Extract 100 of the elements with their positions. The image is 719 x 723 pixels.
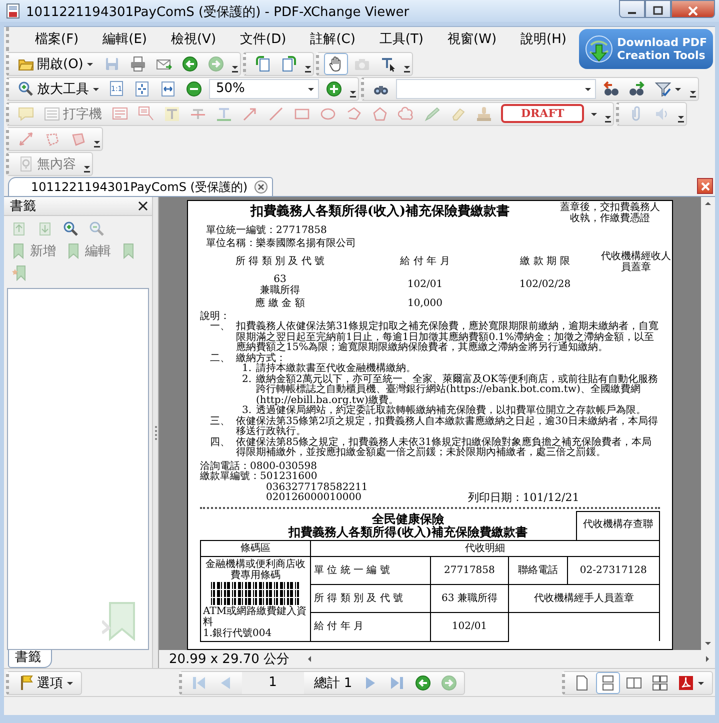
speech-bubble-icon <box>18 106 34 122</box>
zoom-tool-button[interactable]: 放大工具 <box>14 78 104 100</box>
menu-item[interactable]: 註解(C) <box>298 30 368 48</box>
panel-tab[interactable]: 書籤 <box>8 650 52 668</box>
toolbar-options-icon <box>689 88 697 98</box>
shaded-polygon-icon <box>70 130 86 146</box>
skip-first-icon <box>190 674 207 690</box>
toolbar-options-icon <box>403 64 412 74</box>
caret-icon <box>584 86 592 92</box>
funnel-icon <box>655 80 671 96</box>
table-cell: 102/01 <box>430 612 509 641</box>
pdf-icon <box>678 674 694 690</box>
maximize-button[interactable] <box>645 0 671 18</box>
table-cell: 單 位 統 一 編 號 <box>310 556 430 584</box>
list-number: 2. <box>242 374 253 386</box>
fit-page-icon <box>134 80 150 96</box>
toolbar-options-icon <box>677 114 686 124</box>
arrow-icon <box>242 106 258 122</box>
grip-icon <box>154 424 158 440</box>
atm-info: 1.銀行代號004 <box>203 628 272 638</box>
toolbar-options-icon <box>304 64 312 74</box>
income-type: 兼職所得 <box>259 286 301 296</box>
text-lines-icon <box>44 106 60 122</box>
magnifier-plus-icon <box>63 221 79 237</box>
document-tab[interactable]: 1011221194301PayComS (受保護的) <box>8 177 273 196</box>
contact-line: 020126000010000 <box>265 493 362 504</box>
polygon-arrows-icon <box>44 130 60 146</box>
rotate-right-icon <box>281 56 298 72</box>
close-button[interactable] <box>671 0 715 18</box>
plus-icon <box>326 80 342 96</box>
close-icon <box>138 201 148 211</box>
close-icon <box>687 6 699 16</box>
toolbar-options-icon <box>349 88 357 98</box>
menu-item[interactable]: 檔案(F) <box>23 30 91 48</box>
line-icon <box>268 106 284 122</box>
page-number-field[interactable]: 1 <box>242 672 304 694</box>
menu-item[interactable]: 編輯(E) <box>90 30 159 48</box>
two-pages-icon <box>626 674 642 690</box>
zoom-field[interactable]: 50% <box>209 78 319 98</box>
hand-tool-button[interactable] <box>324 52 348 74</box>
menu-item[interactable]: 工具(T) <box>367 30 436 48</box>
ruler-arrow-icon <box>18 130 34 146</box>
column-header: 繳 款 期 限 <box>519 257 571 268</box>
ellipse-icon <box>320 106 336 122</box>
table-cell: 代收明細 <box>310 540 660 556</box>
menu-item[interactable]: 視窗(W) <box>436 30 509 48</box>
eraser-icon <box>450 106 466 122</box>
continuous-pages-button[interactable] <box>596 672 620 694</box>
form-title: 全民健康保險 <box>372 513 444 526</box>
download-banner[interactable]: Download PDF Creation Tools <box>579 29 713 69</box>
splitter[interactable] <box>152 197 159 668</box>
scroll-right-icon <box>705 655 711 663</box>
toolbar-options-icon <box>93 138 101 148</box>
callout-icon <box>138 106 154 122</box>
close-document-button[interactable] <box>697 178 713 194</box>
menu-item[interactable]: 說明(H) <box>508 30 578 48</box>
contact-line: 繳款單編號：501231600 <box>200 472 318 482</box>
note-text: 請持本繳款書至代收金融機構繳納。 <box>256 364 417 374</box>
options-button[interactable]: 選項 <box>14 672 78 694</box>
minus-icon <box>186 80 202 96</box>
contact-line: 洽詢電話：0800-030598 <box>200 462 318 472</box>
menu-item[interactable]: 檢視(V) <box>158 30 228 48</box>
rotate-left-icon <box>255 56 272 72</box>
globe-download-icon <box>585 35 614 63</box>
payment-month: 102/01 <box>406 280 444 291</box>
search-field[interactable] <box>396 78 596 98</box>
open-button[interactable]: 開啟(O) <box>14 52 98 74</box>
table-cell: 代收機構經手人員蓋章 <box>508 584 660 613</box>
pentagon-icon <box>372 106 388 122</box>
menu-item[interactable]: 文件(D) <box>228 30 298 48</box>
note-text: 扣費義務人依健保法第31條規定扣取之補充保險費，應於寬限期限前繳納，逾期未繳納者，自寬限期滿之翌日起至完納前1日止，每逾1日加徵其應納費額0.1%滯納金；加徵之滯納金額，以至應納費額之15%為限；逾寬限期限繳納保險費者，其應繳之滯納金將另行通知繳納。 <box>236 322 660 353</box>
four-pages-icon <box>652 674 668 690</box>
list-number: 二、 <box>210 354 231 364</box>
list-number: 3. <box>242 406 253 416</box>
vertical-scrollbar[interactable] <box>701 197 715 650</box>
contact-line: 0363277178582211 <box>265 482 368 492</box>
amount-label: 應 繳 金 額 <box>254 299 306 310</box>
stamp-box-label: 代收機構存查聯 <box>583 520 653 531</box>
scroll-up-icon <box>704 200 712 206</box>
app-logo-icon <box>6 3 22 19</box>
panel-title: 書籤 <box>10 198 36 215</box>
list-number: 一、 <box>210 322 231 334</box>
table-cell: 63 兼職所得 <box>430 584 509 613</box>
flag-icon <box>18 674 34 690</box>
table-cell: 27717858 <box>430 556 509 584</box>
polyline-icon <box>346 106 362 122</box>
toolbar-options-icon <box>604 114 612 124</box>
highlighted-t-icon <box>164 106 180 122</box>
toolbar-options-icon <box>83 164 91 174</box>
underlined-t-icon <box>216 106 232 122</box>
column-header: 代收機構經收人員蓋章 <box>600 252 672 273</box>
text-box-icon <box>112 106 128 122</box>
table-cell: 條碼區 <box>200 540 310 556</box>
atm-info: ATM或網路繳費鍵入資料 <box>203 606 307 628</box>
minimize-button[interactable] <box>619 0 645 18</box>
note-text: 繳納方式： <box>236 354 286 364</box>
stacked-pages-icon <box>600 674 616 690</box>
close-icon <box>700 182 710 190</box>
bookmark-up-icon <box>11 221 27 237</box>
column-header: 所 得 類 別 及 代 號 <box>234 257 326 268</box>
